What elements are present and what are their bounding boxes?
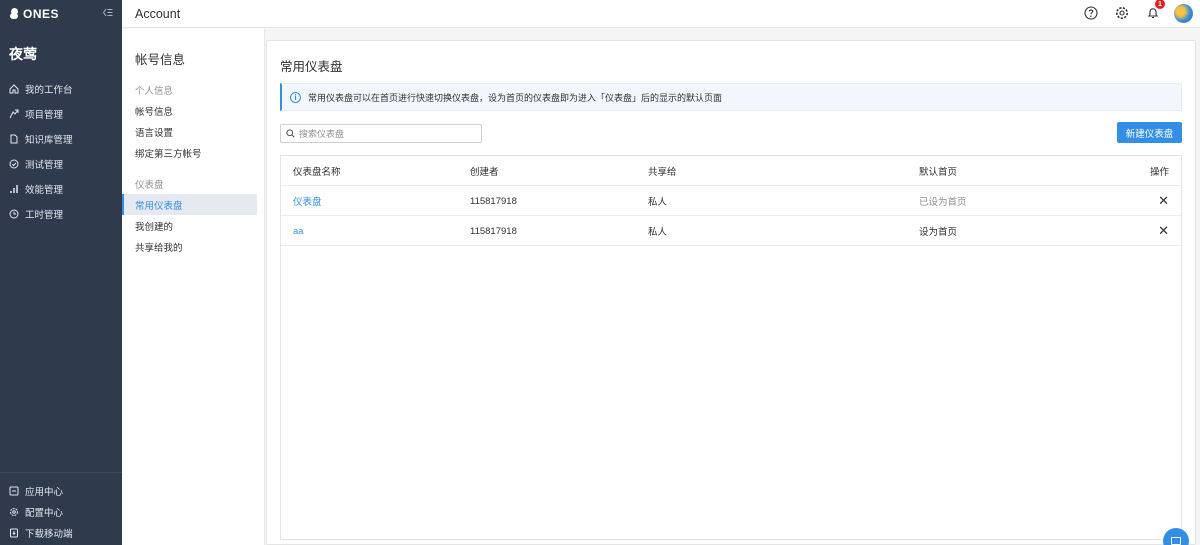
nav-item-config-center[interactable]: 配置中心 (0, 501, 122, 522)
logo-text: ONES (23, 7, 60, 21)
column-header-default-home: 默认首页 (919, 167, 958, 178)
table-row: 仪表盘 115817918 私人 已设为首页 ✕ (281, 186, 1181, 216)
avatar[interactable] (1174, 3, 1193, 23)
column-header-name: 仪表盘名称 (293, 167, 341, 178)
subnav-item-third-party[interactable]: 绑定第三方帐号 (122, 142, 257, 163)
team-name[interactable]: 夜莺 (0, 32, 122, 76)
wiki-icon (9, 134, 19, 144)
nav-item-efficiency[interactable]: 效能管理 (0, 176, 122, 201)
nav-item-label: 配置中心 (25, 507, 64, 519)
main-sidebar: ONES 夜莺 我的工作台 项目管理 知识库管理 测试管理 效能管理 工时管理 … (0, 0, 122, 545)
set-default-home-link[interactable]: 设为首页 (919, 216, 957, 246)
dashboard-name-link[interactable]: 仪表盘 (293, 186, 322, 216)
panel-title: 常用仪表盘 (280, 60, 343, 74)
nav-item-label: 知识库管理 (25, 134, 73, 146)
search-box[interactable] (280, 124, 482, 143)
header-actions: 1 (1081, 0, 1193, 23)
main-panel: 常用仪表盘 i 常用仪表盘可以在首页进行快速切换仪表盘，设为首页的仪表盘即为进入… (266, 40, 1196, 545)
nav-item-download-mobile[interactable]: 下载移动端 (0, 522, 122, 543)
subnav-item-account-info[interactable]: 帐号信息 (122, 100, 257, 121)
creator-cell: 115817918 (470, 225, 517, 237)
ones-logo[interactable]: ONES (10, 7, 59, 21)
group-personal-info: 个人信息 (135, 85, 174, 97)
top-header: Account 1 (122, 0, 1200, 28)
test-icon (9, 159, 19, 169)
default-home-status: 已设为首页 (919, 197, 967, 208)
chart-icon (9, 184, 19, 194)
settings-gear-icon[interactable] (1112, 3, 1132, 23)
table-header-row: 仪表盘名称 创建者 共享给 默认首页 操作 (281, 156, 1181, 186)
nav-item-label: 应用中心 (25, 486, 64, 498)
notification-bell-icon[interactable]: 1 (1143, 0, 1165, 23)
page-title: Account (135, 6, 181, 21)
clock-icon (9, 209, 19, 219)
info-notice: i 常用仪表盘可以在首页进行快速切换仪表盘，设为首页的仪表盘即为进入「仪表盘」后… (280, 83, 1182, 111)
shared-cell: 私人 (648, 227, 668, 238)
shared-cell: 私人 (648, 197, 668, 208)
nav-item-wiki[interactable]: 知识库管理 (0, 126, 122, 151)
logo-row: ONES (0, 0, 122, 28)
nav-item-label: 测试管理 (25, 159, 64, 171)
gear-icon (9, 507, 19, 517)
dashboard-table: 仪表盘名称 创建者 共享给 默认首页 操作 仪表盘 115817918 私人 已… (280, 155, 1182, 540)
chat-support-button[interactable] (1163, 528, 1189, 545)
table-row: aa 115817918 私人 设为首页 ✕ (281, 216, 1181, 246)
subnav-item-shared-with-me[interactable]: 共享给我的 (122, 236, 257, 257)
column-header-actions: 操作 (1149, 167, 1169, 178)
column-header-shared: 共享给 (648, 167, 677, 178)
nav-item-label: 工时管理 (25, 209, 64, 221)
sidebar-bottom: 应用中心 配置中心 下载移动端 (0, 472, 122, 545)
nav-item-label: 效能管理 (25, 184, 64, 196)
account-sidebar: 帐号信息 个人信息 帐号信息 语言设置 绑定第三方帐号 仪表盘 常用仪表盘 我创… (122, 29, 265, 545)
mobile-icon (9, 528, 19, 538)
group-dashboard: 仪表盘 (135, 179, 164, 191)
notice-text: 常用仪表盘可以在首页进行快速切换仪表盘，设为首页的仪表盘即为进入「仪表盘」后的显… (308, 92, 723, 103)
remove-icon[interactable]: ✕ (1158, 186, 1169, 216)
nav-item-workbench[interactable]: 我的工作台 (0, 76, 122, 101)
subnav-item-my-created[interactable]: 我创建的 (122, 215, 257, 236)
creator-cell: 115817918 (470, 195, 517, 207)
dashboard-name-link[interactable]: aa (293, 216, 304, 246)
nav-item-test[interactable]: 测试管理 (0, 151, 122, 176)
nav-item-timesheet[interactable]: 工时管理 (0, 201, 122, 226)
subnav-item-language[interactable]: 语言设置 (122, 121, 257, 142)
subnav-item-common-dashboards[interactable]: 常用仪表盘 (122, 194, 257, 215)
project-icon (9, 109, 19, 119)
new-dashboard-button[interactable]: 新建仪表盘 (1117, 122, 1182, 143)
notification-badge: 1 (1155, 0, 1165, 9)
home-icon (9, 83, 19, 94)
nav-item-project[interactable]: 项目管理 (0, 101, 122, 126)
help-icon[interactable] (1081, 3, 1101, 23)
app-center-icon (9, 486, 19, 496)
info-icon: i (290, 91, 301, 103)
nav-item-label: 项目管理 (25, 109, 64, 121)
column-header-creator: 创建者 (470, 167, 499, 178)
nav-item-label: 我的工作台 (25, 84, 73, 96)
ones-logo-icon (10, 8, 20, 20)
nav-item-app-center[interactable]: 应用中心 (0, 480, 122, 501)
account-sidebar-heading: 帐号信息 (135, 53, 186, 67)
nav-item-label: 下载移动端 (25, 528, 73, 540)
collapse-sidebar-icon[interactable] (102, 8, 113, 20)
search-icon (286, 127, 295, 141)
search-input[interactable] (299, 128, 469, 139)
remove-icon[interactable]: ✕ (1158, 216, 1169, 246)
chat-icon (1171, 537, 1181, 545)
